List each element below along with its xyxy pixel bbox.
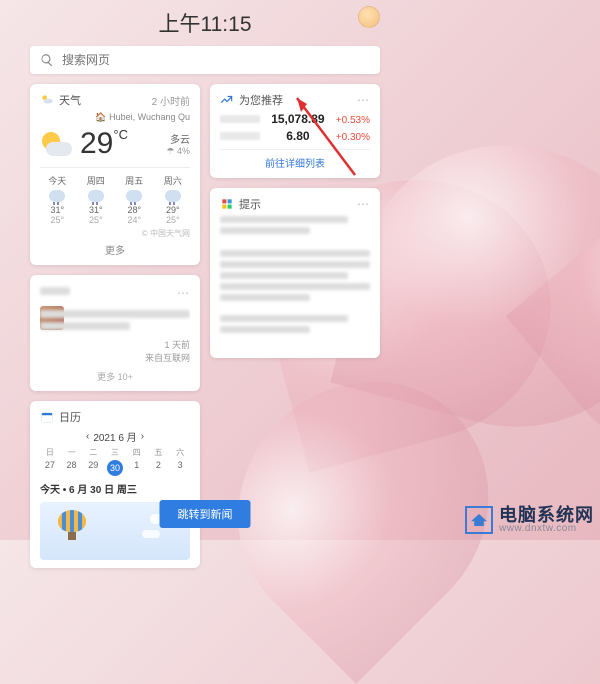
weather-feels: ☂ 4% (166, 146, 190, 157)
watermark-url: www.dnxtw.com (499, 524, 594, 534)
calendar-icon (40, 410, 54, 424)
widgets-panel: 上午11:15 天气 2 小时前 🏠 Hubei, Wuchang Qu 29°… (30, 6, 380, 526)
stocks-card[interactable]: 为您推荐 ⋯ 15,078.89 +0.53% 6.80 +0.30% 前往详细… (210, 84, 380, 178)
cal-prev-icon[interactable]: ‹ (86, 431, 89, 442)
forecast-grid: 今天31°25° 周四31°25° 周五28°24° 周六29°25° (40, 167, 190, 225)
calendar-grid: 日一二三四五六 27282930123 (40, 447, 190, 476)
news-card[interactable]: ⋯ 1 天前 来自互联网 更多 10+ (30, 275, 200, 391)
stocks-title: 为您推荐 (239, 92, 352, 108)
watermark: 电脑系统网 www.dnxtw.com (465, 506, 594, 534)
weather-title: 天气 (59, 92, 147, 108)
weather-condition-icon (40, 130, 74, 158)
weather-card[interactable]: 天气 2 小时前 🏠 Hubei, Wuchang Qu 29°C 多云 ☂ 4… (30, 84, 200, 265)
watermark-title: 电脑系统网 (499, 506, 594, 524)
weather-condition: 多云 (166, 131, 190, 146)
tips-icon (220, 197, 234, 211)
search-icon (40, 53, 54, 67)
watermark-logo-icon (465, 506, 493, 534)
search-input[interactable] (62, 53, 370, 67)
weather-more-link[interactable]: 更多 (40, 242, 190, 257)
search-bar[interactable] (30, 46, 380, 74)
stock-row[interactable]: 15,078.89 +0.53% (220, 112, 370, 126)
news-footer[interactable]: 更多 10+ (40, 370, 190, 383)
clock-time: 上午11:15 (159, 13, 252, 36)
calendar-title: 日历 (59, 409, 190, 425)
weather-timestamp: 2 小时前 (152, 93, 190, 108)
news-more-icon[interactable]: ⋯ (177, 286, 190, 300)
tips-title: 提示 (239, 196, 352, 212)
weather-temp: 29°C (80, 127, 128, 161)
cal-next-icon[interactable]: › (141, 431, 144, 442)
stocks-icon (220, 93, 234, 107)
calendar-today-label: 今天 • 6 月 30 日 周三 (40, 481, 190, 496)
calendar-today[interactable]: 30 (107, 460, 123, 476)
news-meta: 1 天前 (164, 340, 190, 350)
stocks-detail-link[interactable]: 前往详细列表 (220, 149, 370, 170)
calendar-month: 2021 6 月 (93, 429, 136, 444)
weather-source: © 中国天气网 (40, 228, 190, 239)
stocks-more-icon[interactable]: ⋯ (357, 93, 370, 107)
stock-row[interactable]: 6.80 +0.30% (220, 129, 370, 143)
calendar-card[interactable]: 日历 ‹ 2021 6 月 › 日一二三四五六 27282930123 今天 •… (30, 401, 200, 568)
jump-news-button[interactable]: 跳转到新闻 (160, 500, 251, 528)
user-avatar[interactable] (358, 6, 380, 28)
weather-location: 🏠 Hubei, Wuchang Qu (40, 112, 190, 123)
tips-card[interactable]: 提示 ⋯ (210, 188, 380, 358)
tips-more-icon[interactable]: ⋯ (357, 197, 370, 211)
weather-icon (40, 93, 54, 107)
